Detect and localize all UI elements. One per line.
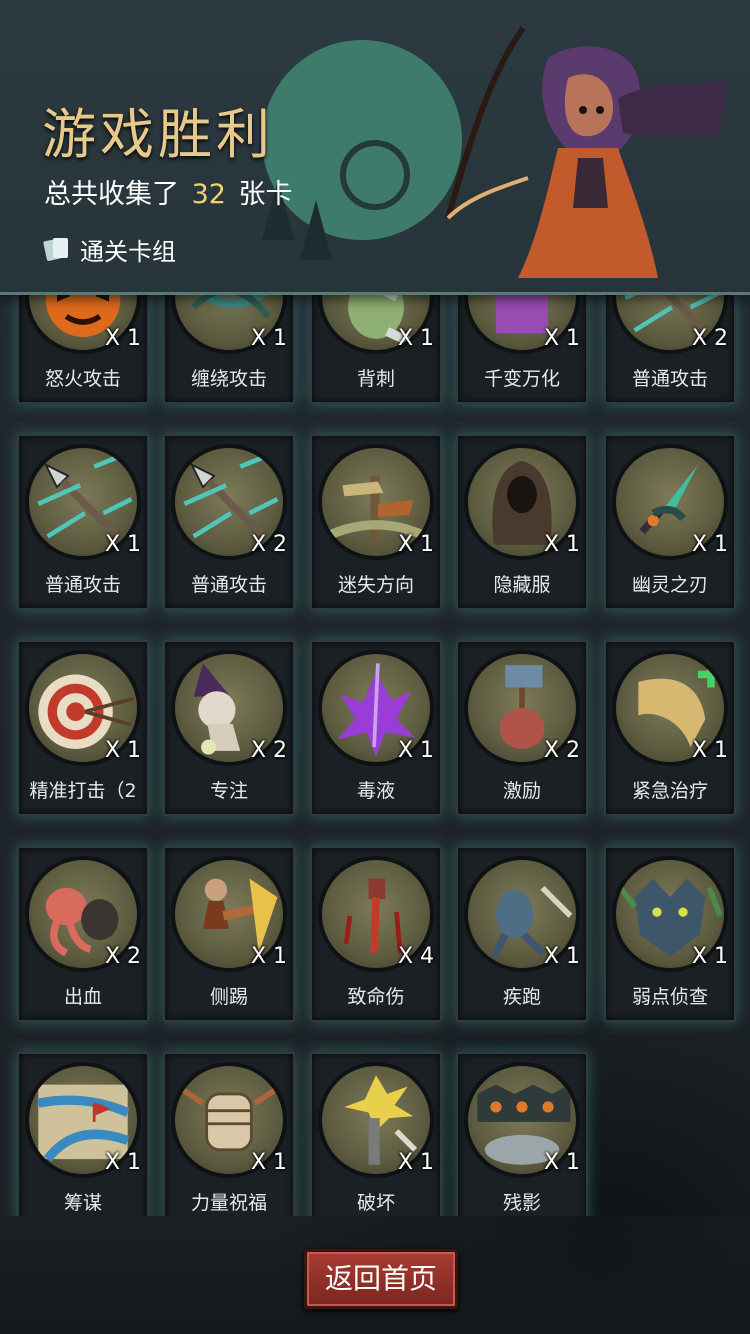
- card-grid: X 1 怒火攻击 X 1 缠绕攻击 X 1 背刺 X 1 千变万化 X 2 普通攻击 X 1 普通攻击…: [0, 294, 750, 1216]
- card-count: X 1: [543, 532, 580, 557]
- card-item[interactable]: X 2 普通攻击: [163, 434, 295, 610]
- card-item[interactable]: X 1 迷失方向: [310, 434, 442, 610]
- card-item[interactable]: X 1 隐藏服: [456, 434, 588, 610]
- card-item[interactable]: X 1 破坏: [310, 1052, 442, 1216]
- collected-count: 32: [191, 179, 226, 210]
- card-count: X 1: [397, 738, 434, 763]
- card-item[interactable]: X 1 怒火攻击: [17, 294, 149, 404]
- card-name: 毒液: [356, 780, 395, 802]
- card-name: 破坏: [356, 1192, 395, 1214]
- card-item[interactable]: X 1 毒液: [310, 640, 442, 816]
- card-item[interactable]: X 1 精准打击（2: [17, 640, 149, 816]
- collected-suffix: 张卡: [238, 179, 293, 210]
- card-count: X 2: [691, 326, 728, 351]
- card-count: X 1: [543, 1150, 580, 1175]
- card-count: X 2: [250, 738, 287, 763]
- card-name: 幽灵之刃: [631, 574, 708, 596]
- card-item[interactable]: X 1 缠绕攻击: [163, 294, 295, 404]
- card-item[interactable]: X 1 幽灵之刃: [604, 434, 736, 610]
- card-count: X 1: [104, 738, 141, 763]
- card-count: X 2: [250, 532, 287, 557]
- card-item[interactable]: X 2 激励: [456, 640, 588, 816]
- card-name: 背刺: [356, 368, 395, 390]
- card-item[interactable]: X 2 专注: [163, 640, 295, 816]
- card-item[interactable]: X 1 筹谋: [17, 1052, 149, 1216]
- card-item[interactable]: X 2 出血: [17, 846, 149, 1022]
- collected-summary: 总共收集了 32 张卡: [44, 172, 293, 211]
- card-name: 疾跑: [502, 986, 541, 1008]
- card-name: 致命伤: [347, 986, 405, 1008]
- card-count: X 2: [104, 944, 141, 969]
- card-item[interactable]: X 1 背刺: [310, 294, 442, 404]
- collected-prefix: 总共收集了: [44, 179, 179, 210]
- card-deck-icon: [43, 238, 68, 261]
- card-item[interactable]: X 1 力量祝福: [163, 1052, 295, 1216]
- card-item[interactable]: X 1 普通攻击: [17, 434, 149, 610]
- card-name: 激励: [502, 780, 541, 802]
- card-count: X 1: [104, 326, 141, 351]
- page-title: 游戏胜利: [42, 103, 274, 166]
- card-count: X 4: [397, 944, 434, 969]
- card-count: X 1: [543, 944, 580, 969]
- archer-hero-icon: [445, 26, 728, 278]
- card-count: X 1: [397, 532, 434, 557]
- card-item[interactable]: X 1 紧急治疗: [604, 640, 736, 816]
- card-count: X 1: [104, 532, 141, 557]
- card-count: X 1: [250, 326, 287, 351]
- victory-header: 游戏胜利 总共收集了 32 张卡 通关卡组: [0, 0, 750, 295]
- card-name: 缠绕攻击: [190, 368, 267, 390]
- card-name: 筹谋: [63, 1192, 102, 1214]
- card-name: 弱点侦查: [631, 986, 708, 1008]
- card-name: 残影: [502, 1192, 541, 1214]
- card-name: 精准打击（2: [29, 780, 137, 802]
- card-name: 侧踢: [209, 986, 248, 1008]
- card-count: X 1: [397, 1150, 434, 1175]
- card-count: X 1: [543, 326, 580, 351]
- card-count: X 1: [250, 944, 287, 969]
- card-item[interactable]: X 4 致命伤: [310, 846, 442, 1022]
- card-count: X 1: [691, 944, 728, 969]
- card-item[interactable]: X 1 残影: [456, 1052, 588, 1216]
- tree-decoration: [300, 200, 332, 260]
- card-name: 隐藏服: [493, 574, 551, 596]
- card-name: 普通攻击: [190, 574, 267, 596]
- card-name: 普通攻击: [44, 574, 121, 596]
- card-item[interactable]: X 1 弱点侦查: [604, 846, 736, 1022]
- return-home-button[interactable]: 返回首页: [304, 1249, 458, 1309]
- card-item[interactable]: X 2 普通攻击: [604, 294, 736, 404]
- card-count: X 1: [250, 1150, 287, 1175]
- card-name: 怒火攻击: [44, 368, 121, 390]
- card-item[interactable]: X 1 疾跑: [456, 846, 588, 1022]
- card-item[interactable]: X 1 千变万化: [456, 294, 588, 404]
- card-count: X 1: [691, 738, 728, 763]
- card-count: X 1: [104, 1150, 141, 1175]
- card-item[interactable]: X 1 侧踢: [163, 846, 295, 1022]
- card-name: 千变万化: [483, 368, 560, 390]
- card-count: X 1: [691, 532, 728, 557]
- card-name: 出血: [63, 986, 102, 1008]
- card-name: 力量祝福: [190, 1192, 267, 1214]
- deck-label: 通关卡组: [80, 238, 176, 266]
- card-name: 紧急治疗: [631, 780, 708, 802]
- card-count: X 2: [543, 738, 580, 763]
- card-count: X 1: [397, 326, 434, 351]
- card-name: 迷失方向: [337, 574, 414, 596]
- swirl-decoration: [340, 140, 410, 210]
- card-name: 专注: [209, 780, 248, 802]
- card-name: 普通攻击: [631, 368, 708, 390]
